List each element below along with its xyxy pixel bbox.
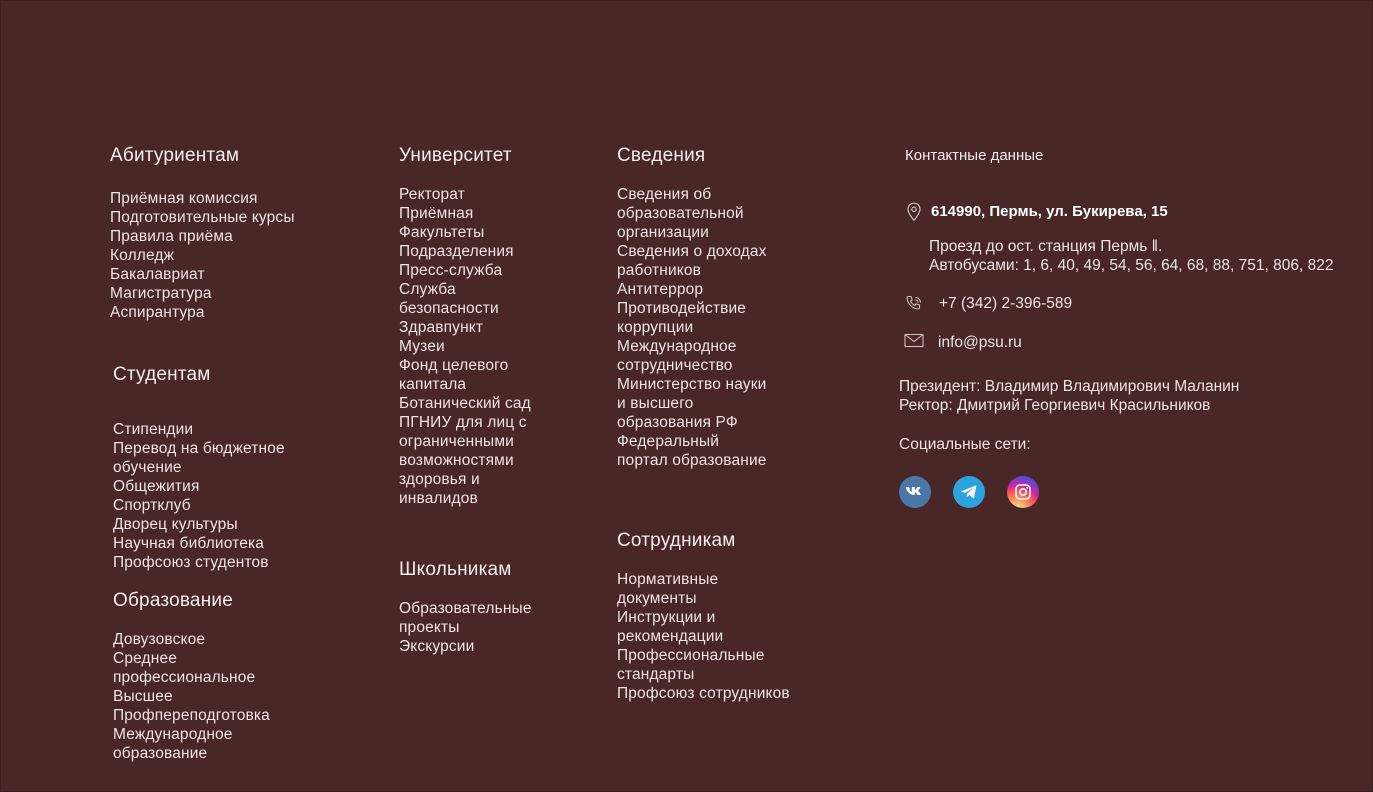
leadership: Президент: Владимир Владимирович Маланин… — [899, 377, 1369, 415]
address-text: 614990, Пермь, ул. Букирева, 15 — [931, 203, 1168, 220]
schoolchildren-section: Школьникам Образовательные проекты Экску… — [399, 559, 549, 656]
link-prep-courses[interactable]: Подготовительные курсы — [110, 208, 295, 227]
directions: Проезд до ост. станция Пермь ǁ. Автобуса… — [929, 237, 1369, 275]
link-budget-transfer[interactable]: Перевод на бюджетное обучение — [113, 439, 313, 477]
link-accessibility[interactable]: ПГНИУ для лиц с ограниченными возможност… — [399, 413, 539, 508]
link-regulatory-docs[interactable]: Нормативные документы — [617, 570, 757, 608]
contacts-heading: Контактные данные — [905, 147, 1044, 164]
president-text: Президент: Владимир Владимирович Маланин — [899, 378, 1240, 395]
rector-text: Ректор: Дмитрий Георгиевич Красильников — [899, 397, 1211, 414]
link-reception[interactable]: Приёмная — [399, 204, 539, 223]
link-antiterror[interactable]: Антитеррор — [617, 280, 767, 299]
link-departments[interactable]: Подразделения — [399, 242, 539, 261]
directions-buses: Автобусами: 1, 6, 40, 49, 54, 56, 64, 68… — [929, 257, 1334, 274]
link-admission-rules[interactable]: Правила приёма — [110, 227, 295, 246]
link-anticorruption[interactable]: Противодействие коррупции — [617, 299, 767, 337]
vk-icon[interactable] — [899, 476, 931, 508]
education-section: Образование Довузовское Среднее професси… — [113, 590, 283, 763]
link-higher[interactable]: Высшее — [113, 687, 283, 706]
info-links: Сведения об образовательной организации … — [617, 185, 767, 470]
link-excursions[interactable]: Экскурсии — [399, 637, 549, 656]
link-rectorate[interactable]: Ректорат — [399, 185, 539, 204]
students-heading: Студентам — [113, 364, 211, 385]
link-master[interactable]: Магистратура — [110, 284, 295, 303]
location-pin-icon — [906, 202, 924, 222]
link-income-info[interactable]: Сведения о доходах работников — [617, 242, 767, 280]
education-links: Довузовское Среднее профессиональное Выс… — [113, 630, 283, 763]
link-health-center[interactable]: Здравпункт — [399, 318, 539, 337]
link-library[interactable]: Научная библиотека — [113, 534, 313, 553]
phone-icon — [904, 294, 924, 314]
link-educational-projects[interactable]: Образовательные проекты — [399, 599, 549, 637]
link-staff-union[interactable]: Профсоюз сотрудников — [617, 684, 817, 703]
phone-row[interactable]: +7 (342) 2-396-589 — [904, 294, 1369, 314]
link-botanical-garden[interactable]: Ботанический сад — [399, 394, 539, 413]
applicants-section: Абитуриентам Приёмная комиссия Подготови… — [110, 145, 295, 322]
university-section: Университет Ректорат Приёмная Факультеты… — [399, 145, 539, 508]
link-culture-palace[interactable]: Дворец культуры — [113, 515, 313, 534]
university-heading: Университет — [399, 145, 512, 166]
link-faculties[interactable]: Факультеты — [399, 223, 539, 242]
info-section: Сведения Сведения об образовательной орг… — [617, 145, 767, 470]
link-professional-standards[interactable]: Профессиональные стандарты — [617, 646, 787, 684]
info-heading: Сведения — [617, 145, 706, 166]
contacts-section: Контактные данные 614990, Пермь, ул. Бук… — [899, 147, 1369, 508]
email-link[interactable]: info@psu.ru — [938, 333, 1022, 352]
link-dormitories[interactable]: Общежития — [113, 477, 313, 496]
link-federal-portal[interactable]: Федеральный портал образование — [617, 432, 767, 470]
students-section: Студентам Стипендии Перевод на бюджетное… — [113, 364, 313, 572]
link-sports-club[interactable]: Спортклуб — [113, 496, 313, 515]
staff-heading: Сотрудникам — [617, 530, 736, 551]
link-pre-university[interactable]: Довузовское — [113, 630, 283, 649]
social-label: Социальные сети: — [899, 436, 1031, 453]
link-international-education[interactable]: Международное образование — [113, 725, 283, 763]
directions-stop: Проезд до ост. станция Пермь ǁ. — [929, 238, 1163, 255]
university-links: Ректорат Приёмная Факультеты Подразделен… — [399, 185, 539, 508]
address-row: 614990, Пермь, ул. Букирева, 15 — [906, 202, 1369, 222]
envelope-icon — [904, 333, 924, 349]
schoolchildren-links: Образовательные проекты Экскурсии — [399, 599, 549, 656]
schoolchildren-heading: Школьникам — [399, 559, 512, 580]
link-postgraduate[interactable]: Аспирантура — [110, 303, 295, 322]
staff-section: Сотрудникам Нормативные документы Инстру… — [617, 530, 817, 703]
link-student-union[interactable]: Профсоюз студентов — [113, 553, 313, 572]
link-international-cooperation[interactable]: Международное сотрудничество — [617, 337, 767, 375]
applicants-heading: Абитуриентам — [110, 145, 240, 166]
link-scholarships[interactable]: Стипендии — [113, 420, 313, 439]
link-ministry[interactable]: Министерство науки и высшего образования… — [617, 375, 767, 432]
phone-link[interactable]: +7 (342) 2-396-589 — [939, 294, 1072, 313]
telegram-icon[interactable] — [953, 476, 985, 508]
link-bachelor[interactable]: Бакалавриат — [110, 265, 295, 284]
education-heading: Образование — [113, 590, 233, 611]
link-organization-info[interactable]: Сведения об образовательной организации — [617, 185, 767, 242]
link-endowment-fund[interactable]: Фонд целевого капитала — [399, 356, 539, 394]
link-press-service[interactable]: Пресс-служба — [399, 261, 539, 280]
applicants-links: Приёмная комиссия Подготовительные курсы… — [110, 189, 295, 322]
link-admission-office[interactable]: Приёмная комиссия — [110, 189, 295, 208]
instagram-icon[interactable] — [1007, 476, 1039, 508]
link-retraining[interactable]: Профпереподготовка — [113, 706, 283, 725]
staff-links: Нормативные документы Инструкции и реком… — [617, 570, 817, 703]
link-college[interactable]: Колледж — [110, 246, 295, 265]
social-links — [899, 476, 1369, 508]
link-security-service[interactable]: Служба безопасности — [399, 280, 539, 318]
link-secondary-vocational[interactable]: Среднее профессиональное — [113, 649, 283, 687]
email-row[interactable]: info@psu.ru — [904, 333, 1369, 352]
link-instructions[interactable]: Инструкции и рекомендации — [617, 608, 757, 646]
link-museums[interactable]: Музеи — [399, 337, 539, 356]
students-links: Стипендии Перевод на бюджетное обучение … — [113, 420, 313, 572]
